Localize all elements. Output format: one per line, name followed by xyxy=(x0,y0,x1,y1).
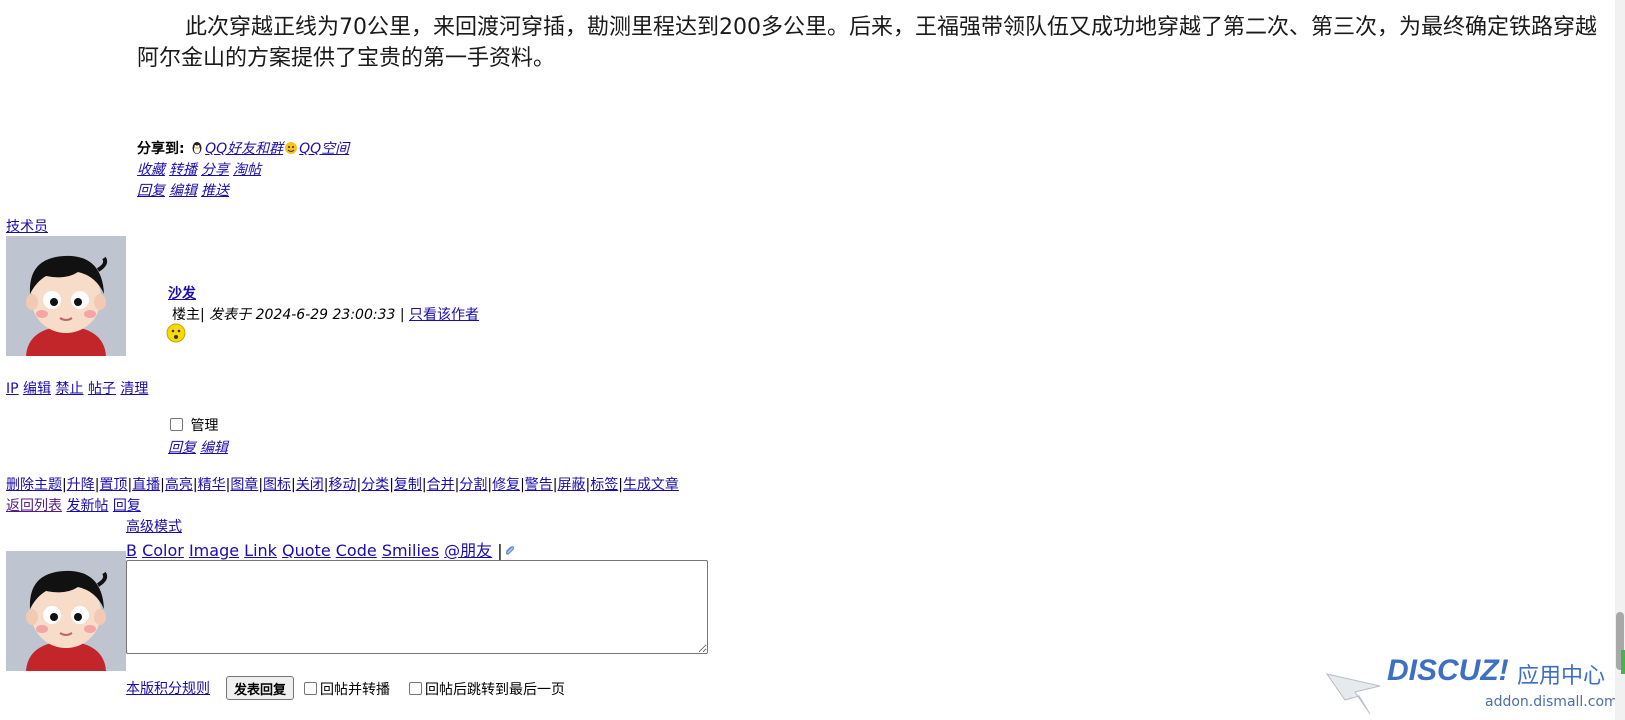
manage-row: 管理 xyxy=(170,415,218,435)
mod-category[interactable]: 分类 xyxy=(361,477,389,493)
admin-links: IP 编辑 禁止 帖子 清理 xyxy=(6,378,148,398)
reply-textarea[interactable] xyxy=(126,560,708,654)
reply-post-reply-link[interactable]: 回复 xyxy=(168,440,196,456)
manage-label: 管理 xyxy=(190,418,219,434)
image-button[interactable]: Image xyxy=(189,541,239,560)
mod-generate-article[interactable]: 生成文章 xyxy=(623,477,679,493)
mod-stamp[interactable]: 图章 xyxy=(230,477,258,493)
bold-button[interactable]: B xyxy=(126,541,137,560)
mod-merge[interactable]: 合并 xyxy=(427,477,455,493)
scroll-indicator xyxy=(1621,650,1625,674)
link-button[interactable]: Link xyxy=(244,541,277,560)
mod-delete-thread[interactable]: 删除主题 xyxy=(6,477,62,493)
quote-button[interactable]: Quote xyxy=(282,541,331,560)
moderation-bar: 删除主题|升降|置顶|直播|高亮|精华|图章|图标|关闭|移动|分类|复制|合并… xyxy=(6,477,679,493)
advanced-mode-link[interactable]: 高级模式 xyxy=(126,519,182,535)
article-text: 此次穿越正线为70公里，来回渡河穿插，勘测里程达到200多公里。后来，王福强带领… xyxy=(137,12,1602,74)
only-author-link[interactable]: 只看该作者 xyxy=(409,307,479,323)
forward-label: 回帖并转播 xyxy=(320,682,390,698)
mod-close[interactable]: 关闭 xyxy=(296,477,324,493)
discuz-watermark: DISCUZ! 应用中心 addon.dismall.com xyxy=(1325,652,1618,716)
mod-highlight[interactable]: 高亮 xyxy=(165,477,193,493)
thread-nav: 返回列表 发新帖 回复 xyxy=(6,495,141,515)
taotie-link[interactable]: 淘帖 xyxy=(233,162,261,178)
color-button[interactable]: Color xyxy=(142,541,184,560)
addon-domain: addon.dismall.com xyxy=(1485,694,1618,710)
admin-edit-link[interactable]: 编辑 xyxy=(23,381,51,397)
mention-friend-button[interactable]: @朋友 xyxy=(444,541,492,560)
editor-toolbar: B Color Image Link Quote Code Smilies @朋… xyxy=(126,537,517,562)
author-link[interactable]: 技术员 xyxy=(6,219,48,235)
qq-penguin-icon xyxy=(190,141,204,155)
reply-post-actions: 回复 编辑 xyxy=(168,437,232,457)
mod-copy[interactable]: 复制 xyxy=(394,477,422,493)
forward-link[interactable]: 转播 xyxy=(169,162,197,178)
new-thread-link[interactable]: 发新帖 xyxy=(66,498,108,514)
manage-checkbox[interactable] xyxy=(170,418,183,431)
mod-digest[interactable]: 精华 xyxy=(198,477,226,493)
mod-live[interactable]: 直播 xyxy=(132,477,160,493)
option-forward: 回帖并转播 xyxy=(304,679,390,699)
mod-move[interactable]: 移动 xyxy=(328,477,356,493)
ip-link[interactable]: IP xyxy=(6,381,19,397)
share-row: 分享到: QQ好友和群 QQ空间 xyxy=(137,138,349,158)
article-paragraph: 此次穿越正线为70公里，来回渡河穿插，勘测里程达到200多公里。后来，王福强带领… xyxy=(137,15,1597,71)
reply-post-edit-link[interactable]: 编辑 xyxy=(200,440,228,456)
current-user-avatar xyxy=(6,551,126,671)
jump-last-checkbox[interactable] xyxy=(409,682,422,695)
discuz-logo-text: DISCUZ! xyxy=(1387,654,1509,687)
mod-tag[interactable]: 标签 xyxy=(590,477,618,493)
nav-reply-link[interactable]: 回复 xyxy=(113,498,141,514)
author-avatar[interactable] xyxy=(6,236,126,356)
share-label: 分享到: xyxy=(137,141,185,157)
submit-reply-button[interactable]: 发表回复 xyxy=(226,676,295,700)
mod-repair[interactable]: 修复 xyxy=(492,477,520,493)
qq-zone-icon xyxy=(284,141,298,155)
ban-link[interactable]: 禁止 xyxy=(55,381,83,397)
post-meta: 楼主| 发表于 2024-6-29 23:00:33 | 只看该作者 xyxy=(172,307,480,323)
post-actions-row2: 回复 编辑 推送 xyxy=(137,180,233,200)
smilies-button[interactable]: Smilies xyxy=(382,541,439,560)
mod-warn[interactable]: 警告 xyxy=(525,477,553,493)
jump-last-label: 回帖后跳转到最后一页 xyxy=(425,682,565,698)
clean-link[interactable]: 清理 xyxy=(120,381,148,397)
smiley-icon xyxy=(166,323,186,347)
share-qq-friends-link[interactable]: QQ好友和群 xyxy=(205,141,283,157)
post-actions-row1: 收藏 转播 分享 淘帖 xyxy=(137,159,265,179)
app-center-text: 应用中心 xyxy=(1517,664,1606,689)
mod-block[interactable]: 屏蔽 xyxy=(558,477,586,493)
mod-split[interactable]: 分割 xyxy=(459,477,487,493)
option-jump-last: 回帖后跳转到最后一页 xyxy=(409,679,565,699)
posted-time: 发表于 2024-6-29 23:00:33 xyxy=(209,307,396,323)
credit-rules-link[interactable]: 本版积分规则 xyxy=(126,681,210,697)
role-label: 楼主 xyxy=(172,307,200,323)
mod-bump[interactable]: 升降 xyxy=(67,477,95,493)
mod-sticky[interactable]: 置顶 xyxy=(99,477,127,493)
posts-link[interactable]: 帖子 xyxy=(88,381,116,397)
back-to-list-link[interactable]: 返回列表 xyxy=(6,498,62,514)
share-qq-zone-link[interactable]: QQ空间 xyxy=(299,141,349,157)
push-link[interactable]: 推送 xyxy=(201,183,229,199)
code-button[interactable]: Code xyxy=(336,541,377,560)
forward-checkbox[interactable] xyxy=(304,682,317,695)
mod-icon[interactable]: 图标 xyxy=(263,477,291,493)
reply-link[interactable]: 回复 xyxy=(137,183,165,199)
share-link[interactable]: 分享 xyxy=(201,162,229,178)
edit-link[interactable]: 编辑 xyxy=(169,183,197,199)
floor-link[interactable]: 沙发 xyxy=(168,286,196,302)
favorite-link[interactable]: 收藏 xyxy=(137,162,165,178)
